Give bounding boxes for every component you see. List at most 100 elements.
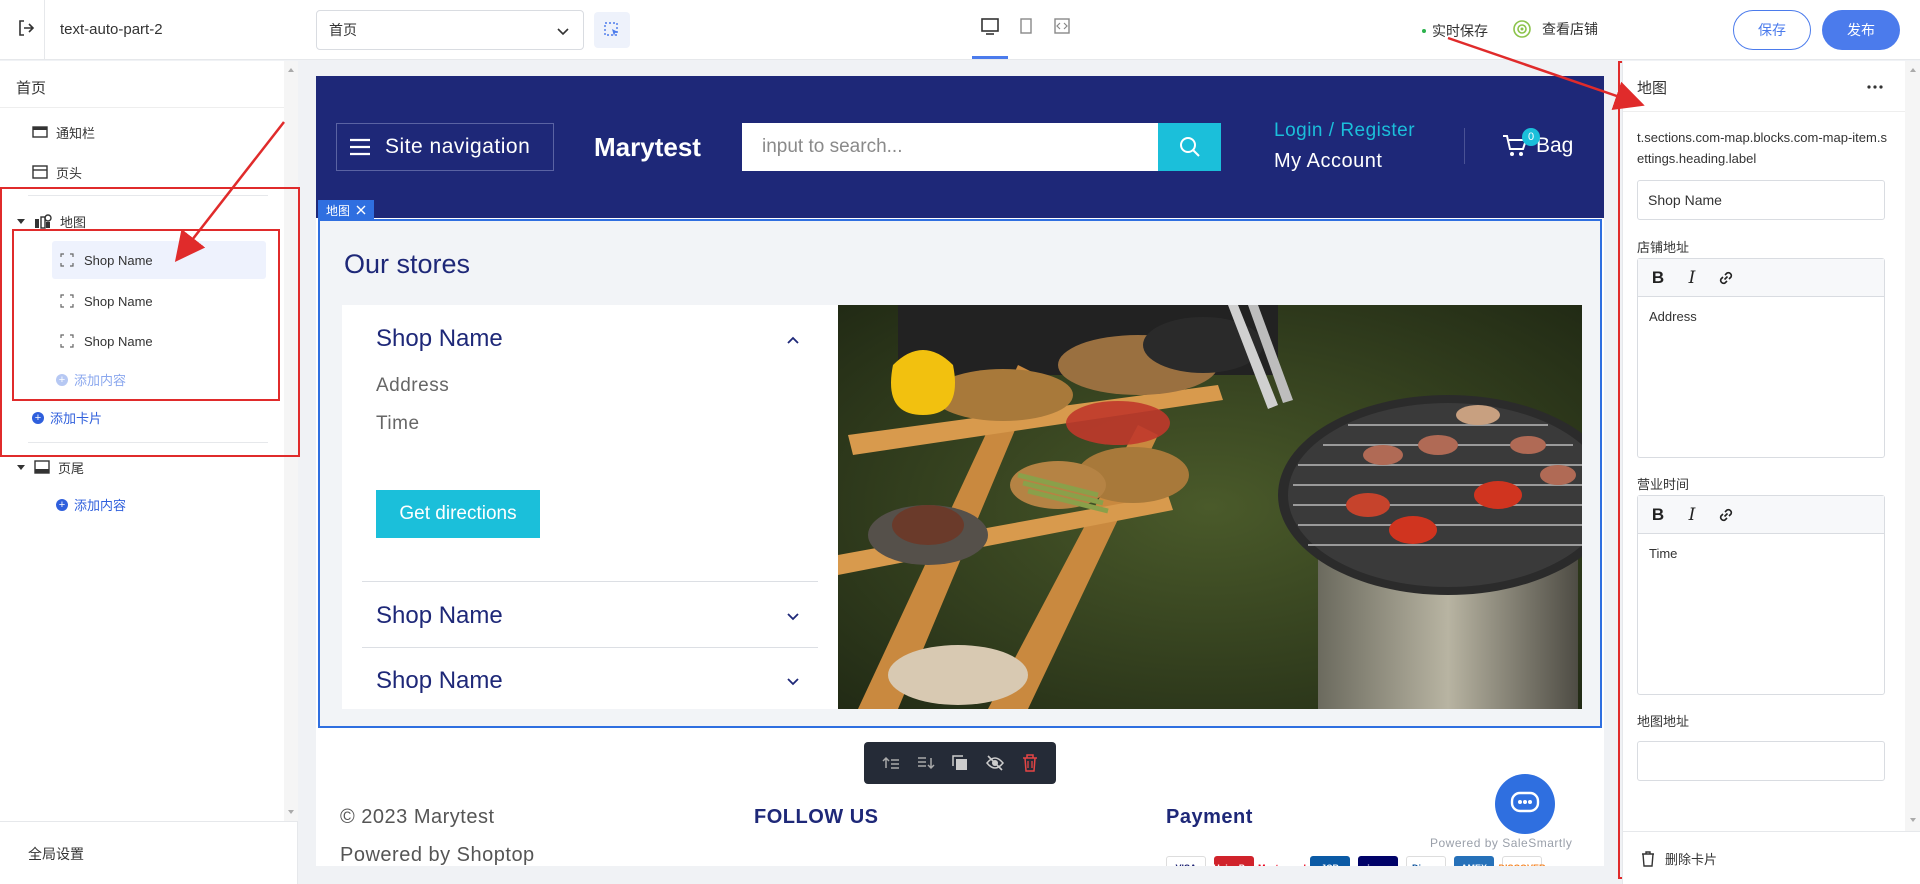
chat-widget-branding: Powered by SaleSmartly <box>1430 836 1573 850</box>
publish-button[interactable]: 发布 <box>1822 10 1900 50</box>
hours-editor-content[interactable]: Time <box>1638 534 1884 573</box>
delete-card-button[interactable]: 删除卡片 <box>1641 849 1717 868</box>
barbecue-photo <box>838 305 1582 709</box>
exit-editor-button[interactable] <box>12 14 40 42</box>
login-register-link[interactable]: Login / Register <box>1274 120 1415 142</box>
link-icon[interactable] <box>1716 505 1736 525</box>
global-settings-link[interactable]: 全局设置 <box>28 844 84 864</box>
footer-add-content-link[interactable]: + 添加内容 <box>56 495 126 514</box>
map-address-field-label: 地图地址 <box>1637 714 1690 729</box>
shop-name: text-auto-part-2 <box>60 21 163 38</box>
trash-icon <box>1642 850 1654 867</box>
sidebar-item-announcement-bar[interactable]: 通知栏 <box>32 118 95 146</box>
move-up-icon[interactable] <box>882 754 900 772</box>
sidebar-title: 首页 <box>16 80 47 97</box>
hide-icon[interactable] <box>985 754 1005 772</box>
site-navigation-label: Site navigation <box>385 135 531 158</box>
status-dot <box>1422 29 1426 33</box>
save-button[interactable]: 保存 <box>1733 10 1811 50</box>
payment-icons: VISA UnionPay Mastercard JCB giropay Din… <box>1166 856 1546 866</box>
scroll-up-icon <box>288 68 294 72</box>
address-editor-content[interactable]: Address <box>1638 297 1884 336</box>
store-image <box>838 305 1582 709</box>
code-view-button[interactable] <box>1048 12 1076 40</box>
hours-editor[interactable]: B I Time <box>1637 495 1885 695</box>
diners-icon: Diners <box>1406 856 1446 866</box>
divider <box>0 107 284 108</box>
chevron-up-icon[interactable] <box>786 335 800 345</box>
mastercard-icon: Mastercard <box>1258 856 1306 866</box>
autosave-label: 实时保存 <box>1432 23 1488 39</box>
settings-panel: 地图 t.sections.com-map.blocks.com-map-ite… <box>1622 61 1920 884</box>
section-toolbar <box>864 742 1056 784</box>
map-address-input[interactable] <box>1637 741 1885 781</box>
store-name[interactable]: Shop Name <box>376 325 503 353</box>
panel-scrollbar[interactable] <box>1905 61 1920 831</box>
active-device-indicator <box>972 56 1008 59</box>
duplicate-icon[interactable] <box>951 754 969 772</box>
address-editor[interactable]: B I Address <box>1637 258 1885 458</box>
italic-icon[interactable]: I <box>1682 505 1702 525</box>
bold-icon[interactable]: B <box>1648 268 1668 288</box>
footer-follow-heading: FOLLOW US <box>754 806 879 828</box>
chevron-down-icon[interactable] <box>786 677 800 687</box>
search-button[interactable] <box>1158 123 1221 171</box>
my-account-link[interactable]: My Account <box>1274 150 1382 173</box>
hamburger-icon <box>350 138 370 156</box>
map-section[interactable]: Our stores Shop Name Address Time Get di… <box>318 219 1602 728</box>
close-icon <box>356 205 366 215</box>
chat-widget-button[interactable] <box>1495 774 1555 834</box>
bold-icon[interactable]: B <box>1648 505 1668 525</box>
tablet-icon <box>1020 18 1032 34</box>
get-directions-button[interactable]: Get directions <box>376 490 540 538</box>
page-select[interactable]: 首页 <box>316 10 584 50</box>
store-brand[interactable]: Marytest <box>594 132 701 163</box>
panel-title: 地图 <box>1637 80 1668 97</box>
announcement-bar-icon <box>32 126 48 138</box>
view-store-label: 查看店铺 <box>1542 21 1598 37</box>
section-tag-label: 地图 <box>326 203 351 218</box>
top-bar: text-auto-part-2 首页 实时保存 查看店铺 保存 发布 <box>0 0 1920 60</box>
discover-icon: DISCOVER <box>1499 856 1546 866</box>
delete-icon[interactable] <box>1022 754 1038 772</box>
selected-section-tag[interactable]: 地图 <box>318 200 375 220</box>
site-navigation-button[interactable]: Site navigation <box>336 123 554 171</box>
sidebar-item-label: 页尾 <box>58 460 85 476</box>
header-icon <box>32 165 48 179</box>
rich-text-toolbar: B I <box>1638 496 1884 534</box>
page-select-value: 首页 <box>329 22 357 38</box>
view-store-link[interactable]: 查看店铺 <box>1512 19 1598 39</box>
sidebar-item-header[interactable]: 页头 <box>32 158 82 186</box>
sidebar-item-footer[interactable]: 页尾 <box>16 453 84 481</box>
annotation-box <box>12 229 280 401</box>
chevron-down-icon[interactable] <box>786 612 800 622</box>
more-horizontal-icon <box>1867 85 1883 89</box>
plus-icon: + <box>56 498 68 511</box>
footer-payment-heading: Payment <box>1166 806 1253 828</box>
tablet-view-button[interactable] <box>1012 12 1040 40</box>
footer-powered-by[interactable]: Powered by Shoptop <box>340 844 535 866</box>
caret-down-icon <box>17 465 25 470</box>
heading-input[interactable]: Shop Name <box>1637 180 1885 220</box>
chat-icon <box>1510 791 1540 813</box>
store-name[interactable]: Shop Name <box>376 602 503 630</box>
move-down-icon[interactable] <box>917 754 935 772</box>
divider <box>362 581 818 582</box>
footer-icon <box>34 460 50 474</box>
link-icon[interactable] <box>1716 268 1736 288</box>
element-picker-button[interactable] <box>594 12 630 48</box>
italic-icon[interactable]: I <box>1682 268 1702 288</box>
desktop-icon <box>981 18 999 35</box>
section-sidebar: 首页 通知栏 页头 地图 Shop Name Shop Name Shop Na… <box>0 61 298 884</box>
bag-count-badge: 0 <box>1522 128 1540 146</box>
store-name[interactable]: Shop Name <box>376 667 503 695</box>
search-input[interactable]: input to search... <box>742 123 1160 171</box>
more-options-button[interactable] <box>1861 75 1889 99</box>
search-icon <box>1179 137 1200 157</box>
scroll-up-icon <box>1910 68 1916 72</box>
desktop-view-button[interactable] <box>976 12 1004 40</box>
amex-icon: AMEX <box>1454 856 1494 866</box>
giropay-icon: giropay <box>1358 856 1398 866</box>
divider <box>1623 111 1905 112</box>
footer-copyright: © 2023 Marytest <box>340 806 495 828</box>
